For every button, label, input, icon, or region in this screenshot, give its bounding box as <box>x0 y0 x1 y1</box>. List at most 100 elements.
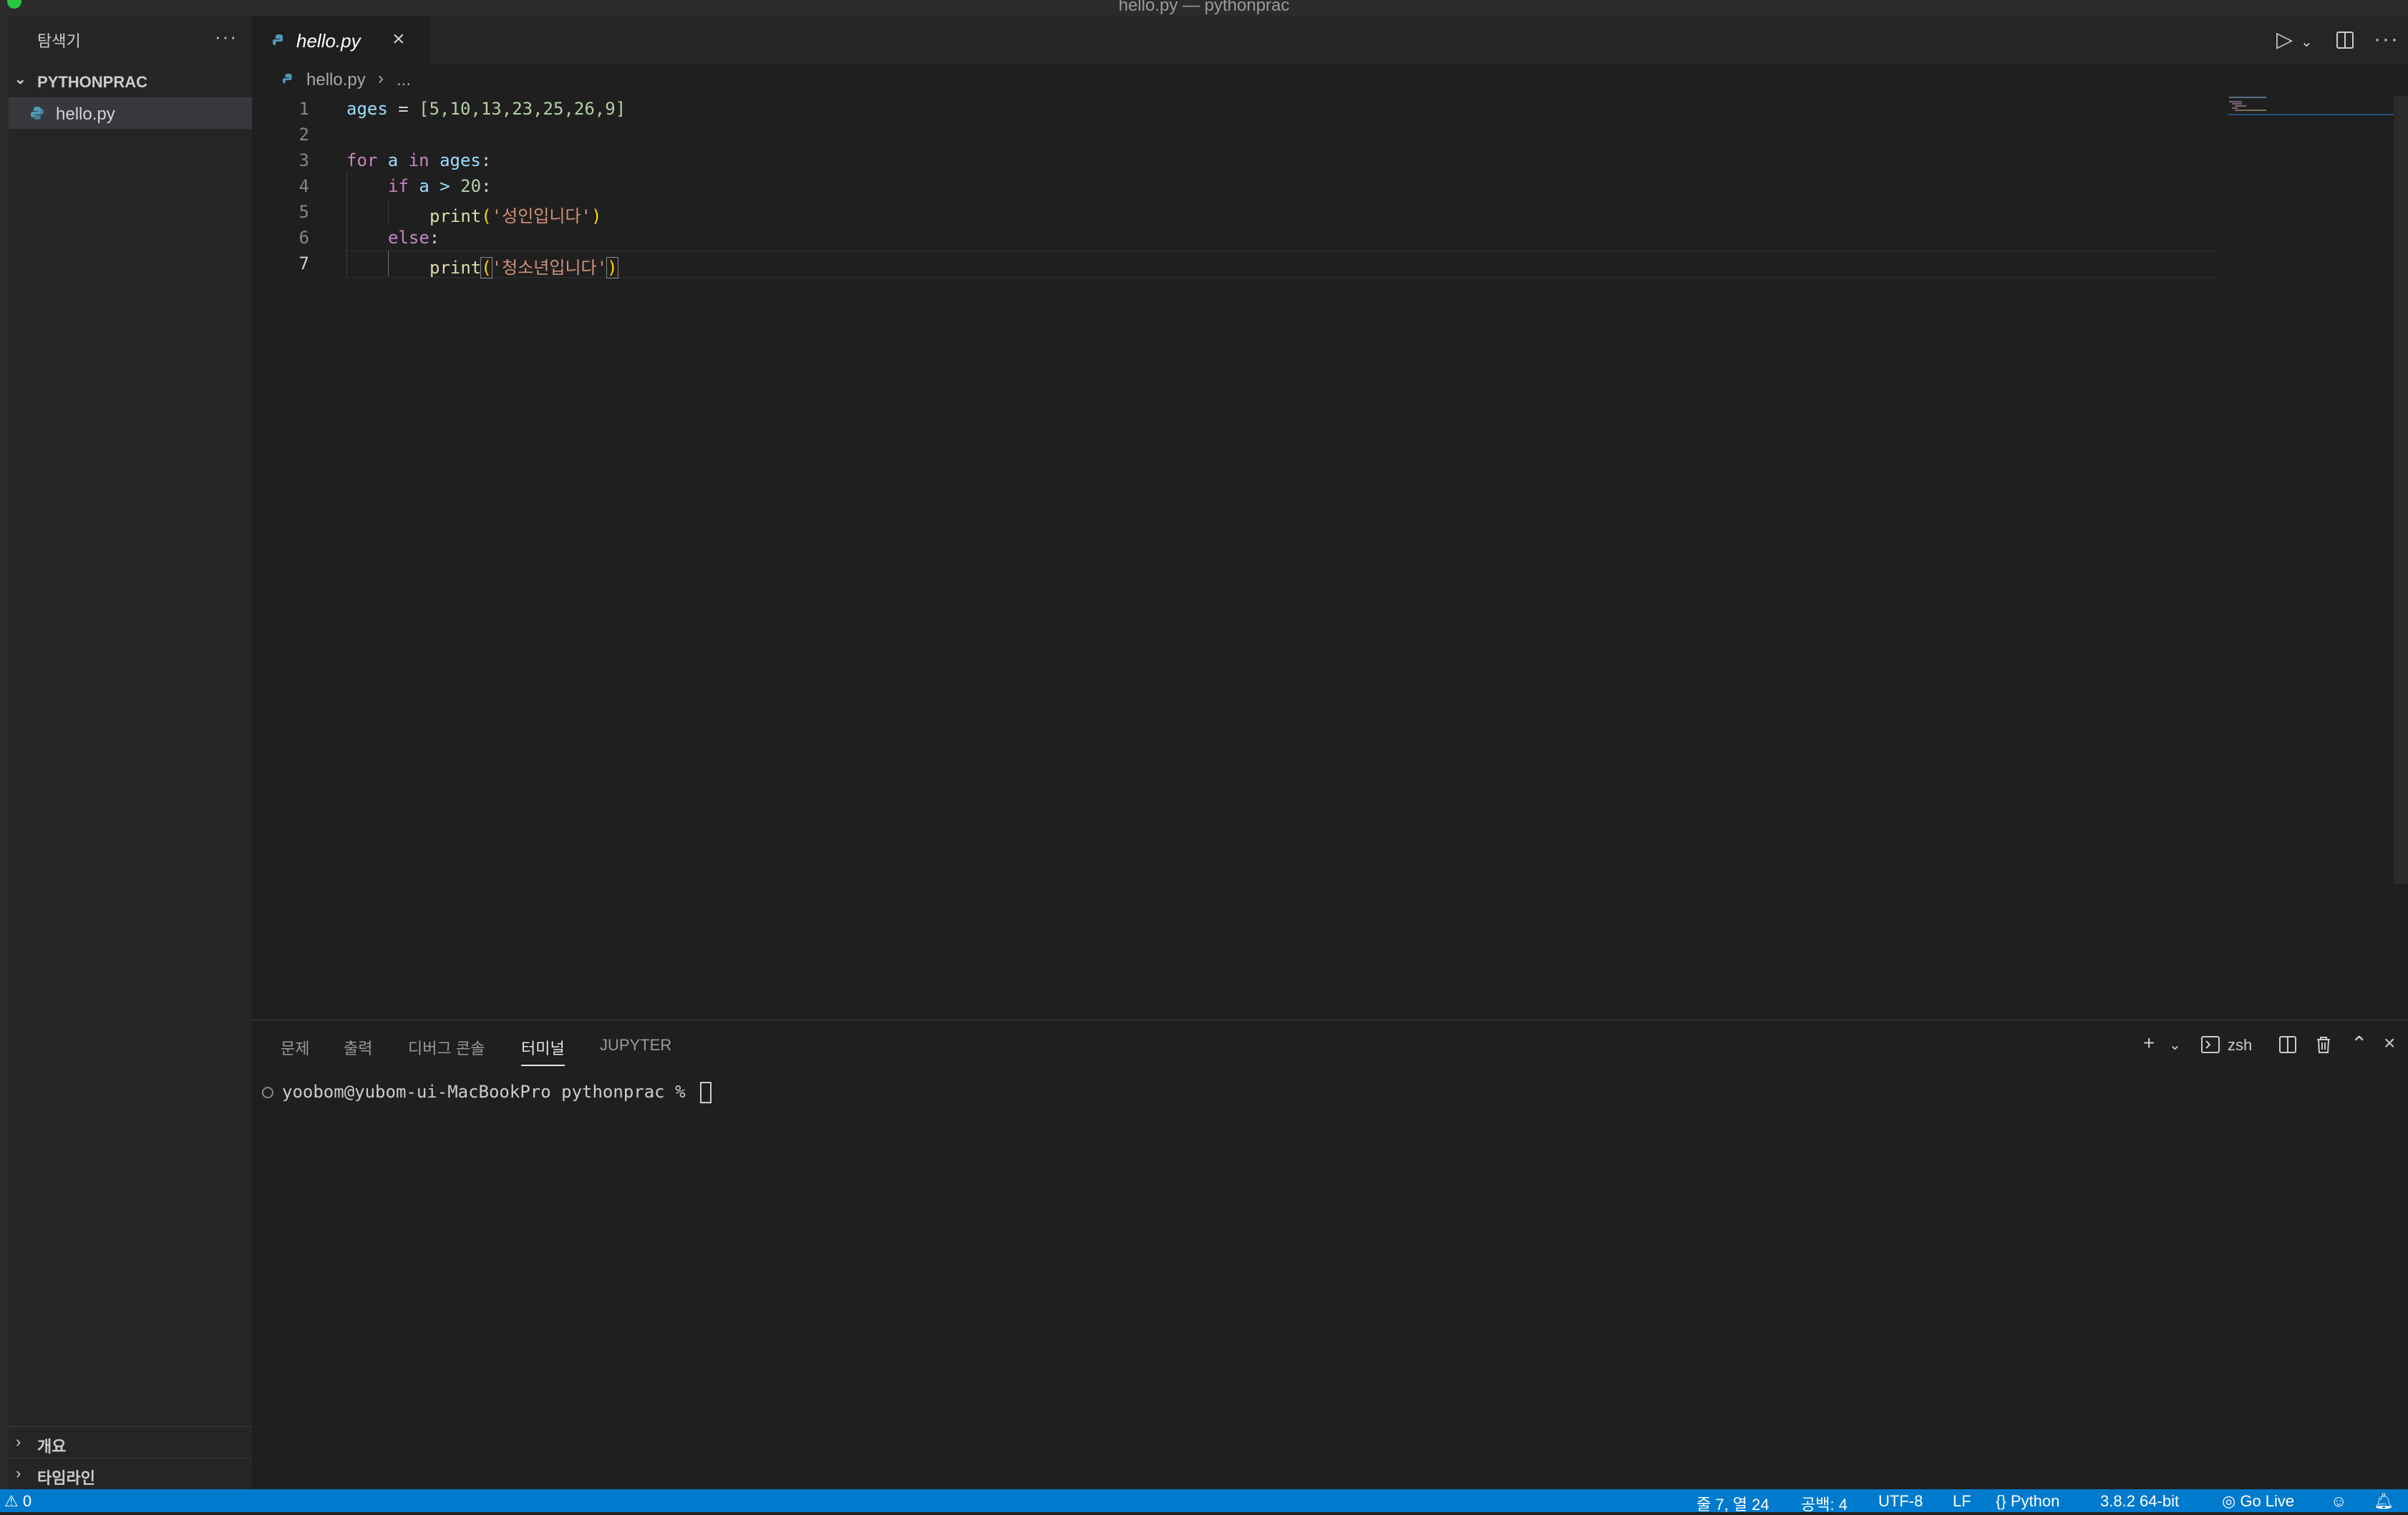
braces-icon: {} <box>1996 1492 2006 1510</box>
window-title: hello.py — pythonprac <box>1118 0 1290 15</box>
line-number: 2 <box>298 125 309 145</box>
terminal-cursor <box>699 1082 712 1103</box>
outline-section[interactable]: › 개요 <box>9 1426 252 1458</box>
code-line: 3 for a in ages: <box>252 147 2220 173</box>
tab-hello-py[interactable]: hello.py × <box>252 16 431 66</box>
chevron-right-icon: › <box>378 69 384 88</box>
trash-icon[interactable] <box>2314 1035 2334 1055</box>
bracket-token: ( <box>481 206 492 226</box>
code-line: 4 if a > 20: <box>252 173 2220 199</box>
code-token: ages <box>429 150 481 170</box>
more-actions-icon[interactable]: ··· <box>215 26 238 48</box>
indent-guide <box>388 199 389 225</box>
code-token: : <box>481 176 492 196</box>
code-token: [5,10,13,23,25,26,9] <box>419 99 626 119</box>
indent-spaces[interactable]: 공백: 4 <box>1801 1492 1848 1515</box>
bracket-token: ) <box>591 206 602 226</box>
folder-section-pythonprac[interactable]: ⌄ PYTHONPRAC <box>9 66 252 97</box>
code-token: print <box>429 206 482 226</box>
status-bar: ⚠ 0 줄 7, 열 24 공백: 4 UTF-8 LF {} Python 3… <box>0 1489 2408 1515</box>
broadcast-icon: ◎ <box>2222 1492 2236 1510</box>
code-line: 1 ages = [5,10,13,23,25,26,9] <box>252 96 2220 122</box>
breadcrumb-symbol[interactable]: ... <box>397 70 411 90</box>
go-live-button[interactable]: ◎ Go Live <box>2222 1492 2294 1511</box>
code-token: in <box>408 150 429 170</box>
more-actions-icon[interactable]: ··· <box>2374 27 2399 52</box>
cursor-position[interactable]: 줄 7, 열 24 <box>1696 1492 1769 1515</box>
python-file-icon <box>31 107 44 120</box>
code-token: a <box>377 150 409 170</box>
line-number: 1 <box>298 99 309 119</box>
timeline-section[interactable]: › 타임라인 <box>9 1458 252 1490</box>
bracket-token: ) <box>606 257 618 279</box>
line-number: 5 <box>298 202 309 222</box>
tab-problems[interactable]: 문제 <box>281 1036 309 1059</box>
chevron-right-icon: › <box>16 1433 21 1451</box>
tab-jupyter[interactable]: JUPYTER <box>600 1036 671 1055</box>
code-token: a > <box>408 176 461 196</box>
code-token: else <box>388 228 429 248</box>
timeline-label: 타임라인 <box>37 1469 95 1487</box>
minimap[interactable] <box>2228 96 2399 117</box>
indent-guide <box>388 251 389 276</box>
folder-label: PYTHONPRAC <box>37 73 148 91</box>
breadcrumb-file[interactable]: hello.py <box>306 70 366 90</box>
language-label: Python <box>2010 1492 2060 1510</box>
tab-terminal[interactable]: 터미널 <box>521 1036 565 1066</box>
breadcrumb: hello.py › ... <box>252 64 2408 95</box>
python-interpreter[interactable]: 3.8.2 64-bit <box>2100 1492 2179 1511</box>
notifications-bell-icon[interactable]: 🔔︎ <box>2374 1492 2394 1511</box>
problems-count: 0 <box>22 1492 32 1510</box>
code-token: print <box>429 258 482 278</box>
code-token: if <box>388 176 409 196</box>
end-of-line[interactable]: LF <box>1953 1492 1971 1511</box>
title-bar: hello.py — pythonprac <box>0 0 2408 16</box>
outline-label: 개요 <box>37 1438 67 1456</box>
terminal-output[interactable]: yoobom@yubom-ui-MacBookPro pythonprac % <box>262 1082 712 1103</box>
code-token: = <box>387 99 419 119</box>
editor-tab-bar: hello.py × ▷ ⌄ ··· <box>252 16 2408 66</box>
language-mode[interactable]: {} Python <box>1996 1492 2059 1511</box>
explorer-sidebar: 탐색기 ··· ⌄ PYTHONPRAC hello.py › 개요 › 타임라… <box>9 16 252 1489</box>
code-token: for <box>346 150 378 170</box>
chevron-right-icon: › <box>16 1464 21 1482</box>
file-encoding[interactable]: UTF-8 <box>1878 1492 1923 1511</box>
file-item-hello-py[interactable]: hello.py <box>9 97 252 129</box>
code-line: 5 print('성인입니다') <box>252 199 2220 226</box>
problems-indicator[interactable]: ⚠ 0 <box>4 1492 31 1511</box>
file-label: hello.py <box>56 105 115 124</box>
tab-debug-console[interactable]: 디버그 콘솔 <box>408 1036 485 1059</box>
code-token: ages <box>346 99 388 119</box>
split-editor-icon[interactable] <box>2335 30 2355 50</box>
tab-label: hello.py <box>296 30 361 52</box>
bottom-panel: 문제 출력 디버그 콘솔 터미널 JUPYTER + ⌄ zsh ⌃ × yoo… <box>252 1020 2408 1490</box>
chevron-down-icon[interactable]: ⌄ <box>2301 33 2313 51</box>
code-line: 6 else: <box>252 225 2220 251</box>
bracket-token: ( <box>480 257 492 279</box>
code-editor[interactable]: 1 ages = [5,10,13,23,25,26,9] 2 3 for a … <box>252 96 2220 282</box>
python-file-icon <box>282 73 292 84</box>
code-line: 2 <box>252 122 2220 147</box>
code-token: '성인입니다' <box>491 206 592 226</box>
feedback-icon[interactable]: ☺ <box>2331 1492 2346 1511</box>
chevron-down-icon[interactable]: ⌄ <box>2169 1036 2181 1054</box>
split-terminal-icon[interactable] <box>2278 1035 2298 1055</box>
line-number: 3 <box>298 150 309 170</box>
terminal-icon <box>2201 1036 2220 1053</box>
code-token: : <box>429 228 440 248</box>
code-line: 7 print('청소년입니다') <box>252 251 2220 279</box>
shell-name[interactable]: zsh <box>2228 1036 2252 1055</box>
warning-icon: ⚠ <box>4 1492 19 1510</box>
close-panel-icon[interactable]: × <box>2384 1032 2395 1055</box>
line-number: 7 <box>298 253 309 274</box>
code-token: : <box>480 150 492 170</box>
tab-output[interactable]: 출력 <box>344 1036 372 1059</box>
terminal-status-icon <box>262 1087 273 1098</box>
maximize-panel-icon[interactable]: ⌃ <box>2351 1032 2367 1055</box>
line-number: 4 <box>298 176 309 196</box>
close-tab-icon[interactable]: × <box>392 27 405 52</box>
editor-scrollbar[interactable] <box>2394 96 2408 884</box>
new-terminal-icon[interactable]: + <box>2143 1032 2155 1055</box>
line-number: 6 <box>298 228 309 248</box>
run-icon[interactable]: ▷ <box>2276 27 2293 52</box>
